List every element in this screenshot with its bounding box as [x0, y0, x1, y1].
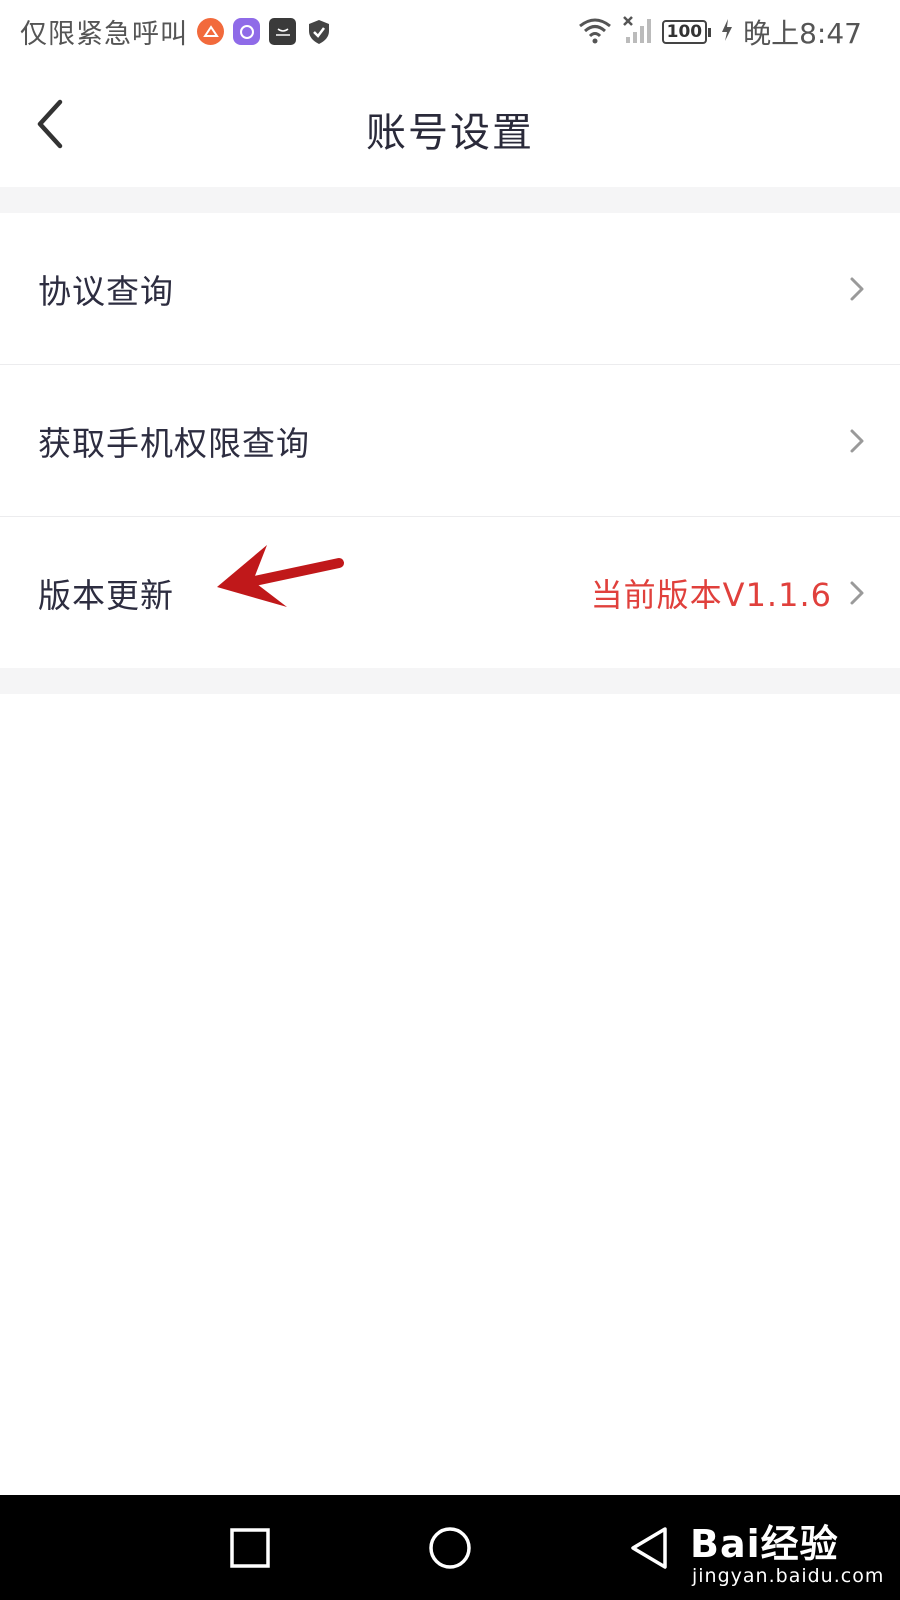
circle-icon: [429, 1527, 471, 1569]
huawei-bag-icon: [269, 18, 296, 45]
row-label: 获取手机权限查询: [38, 423, 310, 463]
system-nav-bar: Bai经验 jingyan.baidu.com: [0, 1495, 900, 1600]
status-right: 100 晚上8:47: [578, 12, 862, 52]
row-label: 协议查询: [38, 271, 174, 311]
triangle-back-icon: [631, 1527, 667, 1569]
no-signal-icon: [622, 15, 652, 49]
chevron-right-icon: [850, 277, 864, 300]
settings-row-version-update[interactable]: 版本更新 当前版本V1.1.6: [0, 516, 900, 668]
nav-bar: 账号设置: [0, 62, 900, 187]
settings-row-agreement[interactable]: 协议查询: [0, 213, 900, 364]
section-gap-top: [0, 187, 900, 213]
status-left: 仅限紧急呼叫: [20, 12, 332, 51]
watermark-brand: Bai经验: [690, 1522, 839, 1566]
status-time: 晚上8:47: [743, 17, 862, 50]
current-version-value: 当前版本V1.1.6: [590, 575, 832, 614]
home-button[interactable]: [427, 1525, 473, 1571]
square-icon: [230, 1528, 270, 1568]
purple-app-icon: [233, 18, 260, 45]
settings-list: 协议查询 获取手机权限查询 版本更新 当前版本V1.1.6: [0, 213, 900, 668]
recent-apps-button[interactable]: [227, 1525, 273, 1571]
battery-level: 100: [661, 20, 708, 44]
baidu-watermark: Bai经验 jingyan.baidu.com: [690, 1507, 890, 1595]
back-nav-button[interactable]: [627, 1525, 673, 1571]
settings-row-permissions[interactable]: 获取手机权限查询: [0, 364, 900, 516]
charging-icon: [721, 18, 733, 46]
watermark-url: jingyan.baidu.com: [692, 1565, 885, 1587]
orange-app-icon: [197, 18, 224, 45]
status-bar: 仅限紧急呼叫 100 晚上8:47: [0, 0, 900, 62]
battery-icon: 100: [661, 20, 712, 44]
shield-check-icon: [305, 18, 332, 45]
row-label: 版本更新: [38, 575, 174, 615]
chevron-right-icon: [850, 429, 864, 452]
carrier-text: 仅限紧急呼叫: [20, 19, 188, 50]
page-title: 账号设置: [366, 110, 534, 156]
chevron-right-icon: [850, 581, 864, 604]
wifi-icon: [578, 16, 612, 48]
section-gap-bottom: [0, 668, 900, 694]
